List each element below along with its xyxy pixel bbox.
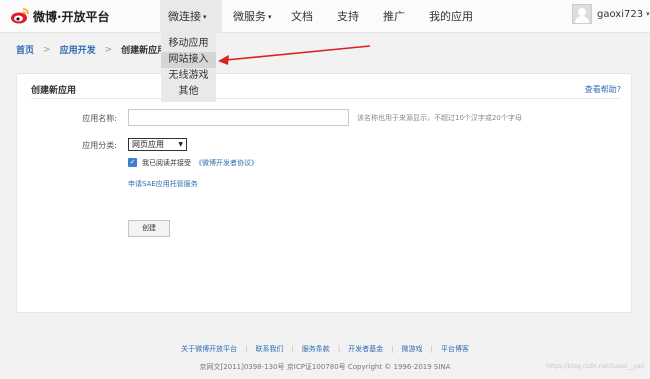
app-category-select[interactable]: 网页应用 ▼ <box>128 138 187 151</box>
top-header: 微博·开放平台 微连接 ▾ 微服务 ▾ 文档 支持 推广 我的应用 gaoxi723… <box>0 0 650 33</box>
footer-separator: | <box>245 345 248 353</box>
panel-title: 创建新应用 <box>31 86 77 96</box>
footer-separator: | <box>430 345 433 353</box>
create-button[interactable]: 创建 <box>128 220 170 237</box>
user-menu[interactable]: gaoxi723 ▾ <box>572 4 650 24</box>
menu-item-website-access[interactable]: 网站接入 <box>161 52 216 68</box>
checkmark-icon: ✓ <box>129 158 136 166</box>
footer-separator: | <box>291 345 294 353</box>
logo-text: 微博·开放平台 <box>33 9 110 24</box>
agree-label: 我已阅读并接受 <box>142 159 191 167</box>
menu-item-other[interactable]: 其他 <box>161 84 216 100</box>
agree-checkbox[interactable]: ✓ <box>128 158 137 167</box>
agree-text: 我已阅读并接受 《微博开发者协议》 <box>142 158 258 168</box>
divider <box>31 98 621 99</box>
user-avatar-icon[interactable] <box>572 4 592 24</box>
footer-link-games[interactable]: 微游戏 <box>402 345 423 353</box>
developer-agreement-link[interactable]: 《微博开发者协议》 <box>195 159 258 167</box>
breadcrumb-separator: > <box>43 44 51 55</box>
nav-promote[interactable]: 推广 <box>375 0 413 33</box>
footer-separator: | <box>391 345 394 353</box>
watermark: https://blog.csdn.net/Gaoxi__yall <box>546 363 644 370</box>
menu-item-wireless-games[interactable]: 无线游戏 <box>161 68 216 84</box>
username[interactable]: gaoxi723 <box>597 9 643 20</box>
footer-link-blog[interactable]: 平台博客 <box>441 345 469 353</box>
help-link[interactable]: 查看帮助? <box>585 84 621 95</box>
footer-link-contact[interactable]: 联系我们 <box>255 345 283 353</box>
nav-weifuwu[interactable]: 微服务 ▾ <box>225 0 281 33</box>
nav-support[interactable]: 支持 <box>329 0 367 33</box>
weilianjie-dropdown: 移动应用 网站接入 无线游戏 其他 <box>161 33 216 102</box>
breadcrumb-current: 创建新应用 <box>121 46 167 56</box>
app-name-label: 应用名称: <box>82 114 117 123</box>
nav-my-apps[interactable]: 我的应用 <box>421 0 481 33</box>
app-name-input[interactable] <box>128 109 349 126</box>
dropdown-arrow-icon: ▼ <box>178 141 183 148</box>
footer-link-about[interactable]: 关于微博开放平台 <box>181 345 237 353</box>
app-category-label: 应用分类: <box>82 141 117 150</box>
breadcrumb-home[interactable]: 首页 <box>16 43 34 56</box>
chevron-down-icon: ▾ <box>268 12 272 21</box>
main-nav: 微连接 ▾ 微服务 ▾ 文档 支持 推广 我的应用 <box>160 0 481 33</box>
footer-links: 关于微博开放平台 | 联系我们 | 服务条款 | 开发者基金 | 微游戏 | 平台博客 <box>0 344 650 354</box>
footer-link-terms[interactable]: 服务条款 <box>302 345 330 353</box>
breadcrumb: 首页 > 应用开发 > 创建新应用 <box>16 43 167 57</box>
footer-separator: | <box>337 345 341 353</box>
nav-weilianjie[interactable]: 微连接 ▾ <box>160 0 222 33</box>
breadcrumb-app-dev[interactable]: 应用开发 <box>60 43 96 56</box>
breadcrumb-separator: > <box>104 44 113 55</box>
select-value: 网页应用 <box>132 140 164 149</box>
nav-label: 微连接 <box>168 10 201 23</box>
chevron-down-icon[interactable]: ▾ <box>646 10 650 18</box>
nav-docs[interactable]: 文档 <box>283 0 321 33</box>
weibo-logo[interactable]: 微博·开放平台 <box>10 6 110 26</box>
chevron-down-icon: ▾ <box>203 12 207 21</box>
app-name-hint: 该名称也用于来源显示，不超过10个汉字或20个字母 <box>357 114 522 122</box>
sae-hosting-link[interactable]: 申请SAE应用托管服务 <box>128 179 198 189</box>
footer-link-fund[interactable]: 开发者基金 <box>348 345 383 353</box>
create-app-panel: 创建新应用 查看帮助? 应用名称: 该名称也用于来源显示，不超过10个汉字或20… <box>16 73 632 313</box>
menu-item-mobile-app[interactable]: 移动应用 <box>161 36 216 52</box>
weibo-eye-icon <box>11 8 29 24</box>
nav-label: 微服务 <box>233 10 266 23</box>
